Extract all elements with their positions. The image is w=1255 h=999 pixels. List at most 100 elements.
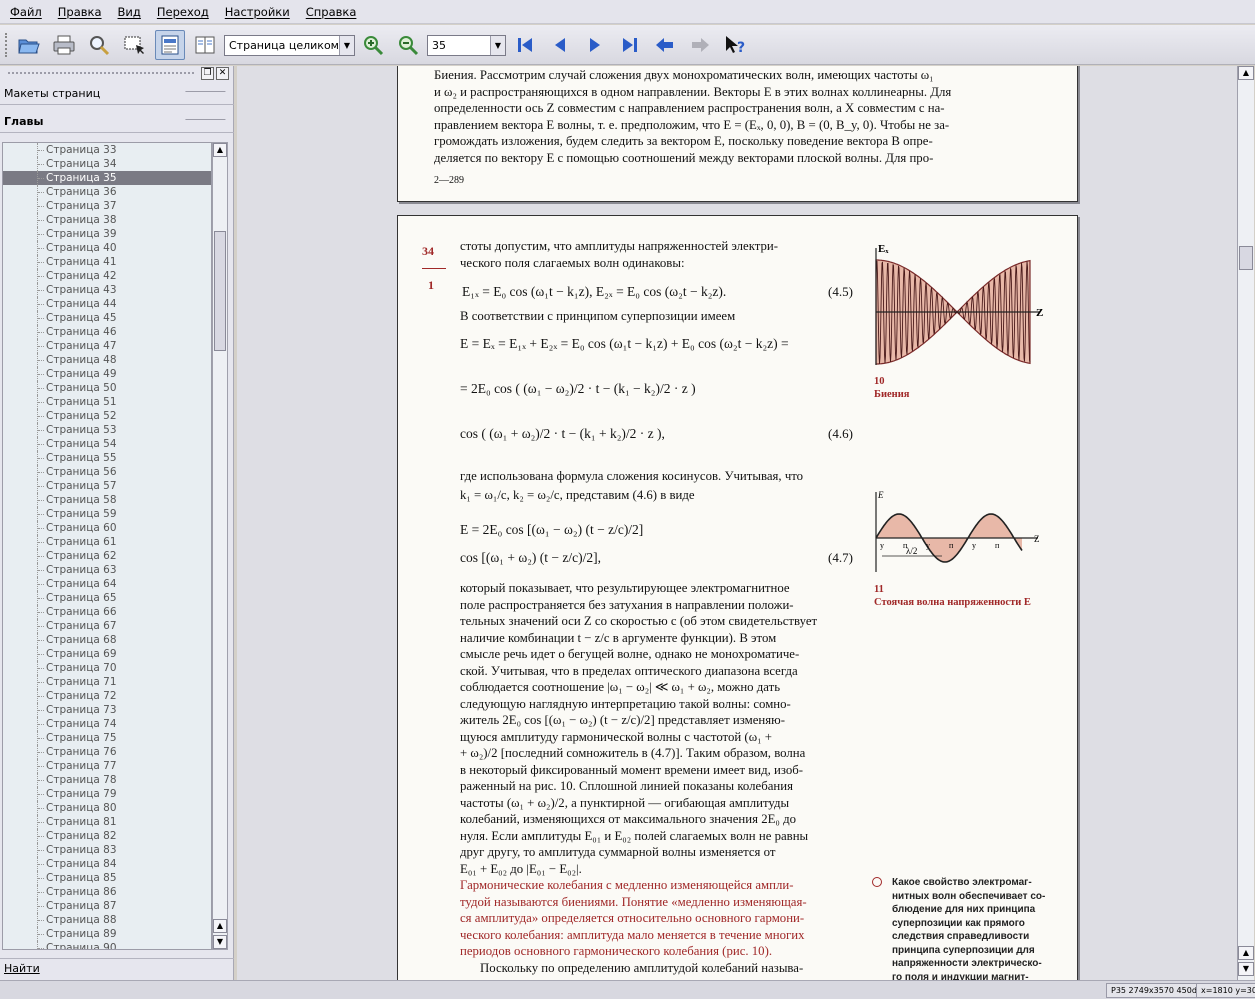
tree-item[interactable]: Страница 48 (3, 353, 211, 367)
tree-item[interactable]: Страница 64 (3, 577, 211, 591)
tree-item[interactable]: Страница 86 (3, 885, 211, 899)
scroll-up-icon[interactable]: ▲ (1238, 66, 1254, 80)
tree-item[interactable]: Страница 47 (3, 339, 211, 353)
tree-item[interactable]: Страница 35 (3, 171, 211, 185)
tree-item[interactable]: Страница 62 (3, 549, 211, 563)
help-button[interactable]: ? (720, 30, 750, 60)
print-button[interactable] (49, 30, 79, 60)
view-mode-select[interactable]: Страница целиком ▼ (224, 35, 355, 56)
tree-item[interactable]: Страница 50 (3, 381, 211, 395)
tree-item[interactable]: Страница 79 (3, 787, 211, 801)
menu-help[interactable]: Справка (300, 5, 363, 19)
tree-item[interactable]: Страница 56 (3, 465, 211, 479)
tab-page-layouts[interactable]: Макеты страниц (0, 83, 235, 105)
page-view-button[interactable] (155, 30, 185, 60)
tree-item[interactable]: Страница 38 (3, 213, 211, 227)
tree-item[interactable]: Страница 41 (3, 255, 211, 269)
tree-item[interactable]: Страница 46 (3, 325, 211, 339)
document-scrollbar[interactable]: ▲ ▲ ▼ (1237, 66, 1254, 980)
page-number-select[interactable]: 35 ▼ (427, 35, 506, 56)
tree-item[interactable]: Страница 69 (3, 647, 211, 661)
tab-chapters[interactable]: Главы (0, 111, 235, 133)
tree-item[interactable]: Страница 42 (3, 269, 211, 283)
tree-item[interactable]: Страница 58 (3, 493, 211, 507)
first-page-button[interactable] (510, 30, 540, 60)
close-icon[interactable]: ✕ (216, 67, 229, 80)
menu-edit[interactable]: Правка (52, 5, 108, 19)
toolbar-grip[interactable] (5, 33, 9, 57)
tree-item[interactable]: Страница 83 (3, 843, 211, 857)
tree-item[interactable]: Страница 54 (3, 437, 211, 451)
tree-scrollbar[interactable]: ▲ ▲ ▼ (212, 142, 228, 950)
tree-item[interactable]: Страница 33 (3, 143, 211, 157)
tree-item[interactable]: Страница 75 (3, 731, 211, 745)
two-page-button[interactable] (190, 30, 220, 60)
forward-button[interactable] (685, 30, 715, 60)
tree-item[interactable]: Страница 74 (3, 717, 211, 731)
scroll-down-icon[interactable]: ▼ (213, 935, 227, 949)
tree-item[interactable]: Страница 45 (3, 311, 211, 325)
tree-item[interactable]: Страница 51 (3, 395, 211, 409)
tree-item[interactable]: Страница 76 (3, 745, 211, 759)
zoom-out-button[interactable] (393, 30, 423, 60)
tree-item[interactable]: Страница 82 (3, 829, 211, 843)
tree-item[interactable]: Страница 85 (3, 871, 211, 885)
scroll-thumb[interactable] (214, 231, 226, 351)
tree-item[interactable]: Страница 57 (3, 479, 211, 493)
tree-item[interactable]: Страница 52 (3, 409, 211, 423)
zoom-in-button[interactable] (358, 30, 388, 60)
panel-drag-handle[interactable] (8, 72, 194, 76)
tree-item[interactable]: Страница 39 (3, 227, 211, 241)
scroll-down-icon[interactable]: ▼ (1238, 962, 1254, 976)
tree-item[interactable]: Страница 61 (3, 535, 211, 549)
tree-item[interactable]: Страница 84 (3, 857, 211, 871)
tree-item[interactable]: Страница 60 (3, 521, 211, 535)
tree-item[interactable]: Страница 66 (3, 605, 211, 619)
menu-settings[interactable]: Настройки (219, 5, 296, 19)
tree-item[interactable]: Страница 73 (3, 703, 211, 717)
tree-item[interactable]: Страница 65 (3, 591, 211, 605)
tree-item[interactable]: Страница 67 (3, 619, 211, 633)
back-button[interactable] (650, 30, 680, 60)
tree-item[interactable]: Страница 71 (3, 675, 211, 689)
zoom-area-button[interactable] (84, 30, 114, 60)
tree-item[interactable]: Страница 34 (3, 157, 211, 171)
find-tab[interactable]: Найти (0, 958, 234, 978)
menu-file[interactable]: Файл (4, 5, 48, 19)
tree-item[interactable]: Страница 49 (3, 367, 211, 381)
tree-item[interactable]: Страница 53 (3, 423, 211, 437)
tree-item[interactable]: Страница 36 (3, 185, 211, 199)
tree-item[interactable]: Страница 80 (3, 801, 211, 815)
tree-item[interactable]: Страница 37 (3, 199, 211, 213)
menu-go[interactable]: Переход (151, 5, 215, 19)
tree-item[interactable]: Страница 43 (3, 283, 211, 297)
open-button[interactable] (14, 30, 44, 60)
tree-item[interactable]: Страница 55 (3, 451, 211, 465)
tree-item[interactable]: Страница 59 (3, 507, 211, 521)
tree-item[interactable]: Страница 70 (3, 661, 211, 675)
tree-item[interactable]: Страница 72 (3, 689, 211, 703)
scroll-up-icon[interactable]: ▲ (213, 919, 227, 933)
tree-item[interactable]: Страница 44 (3, 297, 211, 311)
tree-item[interactable]: Страница 81 (3, 815, 211, 829)
scroll-up-icon[interactable]: ▲ (213, 143, 227, 157)
tree-item[interactable]: Страница 87 (3, 899, 211, 913)
tree-item[interactable]: Страница 77 (3, 759, 211, 773)
last-page-button[interactable] (615, 30, 645, 60)
tree-item[interactable]: Страница 63 (3, 563, 211, 577)
restore-icon[interactable]: ❐ (201, 67, 214, 80)
chevron-down-icon[interactable]: ▼ (339, 36, 354, 55)
select-button[interactable] (119, 30, 149, 60)
scroll-up-icon[interactable]: ▲ (1238, 946, 1254, 960)
tree-item[interactable]: Страница 40 (3, 241, 211, 255)
scroll-thumb[interactable] (1239, 246, 1253, 270)
tree-item[interactable]: Страница 68 (3, 633, 211, 647)
menu-view[interactable]: Вид (112, 5, 147, 19)
document-viewport[interactable]: Биения. Рассмотрим случай сложения двух … (237, 66, 1237, 980)
next-page-button[interactable] (580, 30, 610, 60)
tree-item[interactable]: Страница 90 (3, 941, 211, 949)
tree-item[interactable]: Страница 89 (3, 927, 211, 941)
tree-item[interactable]: Страница 88 (3, 913, 211, 927)
tree-item[interactable]: Страница 78 (3, 773, 211, 787)
chevron-down-icon[interactable]: ▼ (490, 36, 505, 55)
